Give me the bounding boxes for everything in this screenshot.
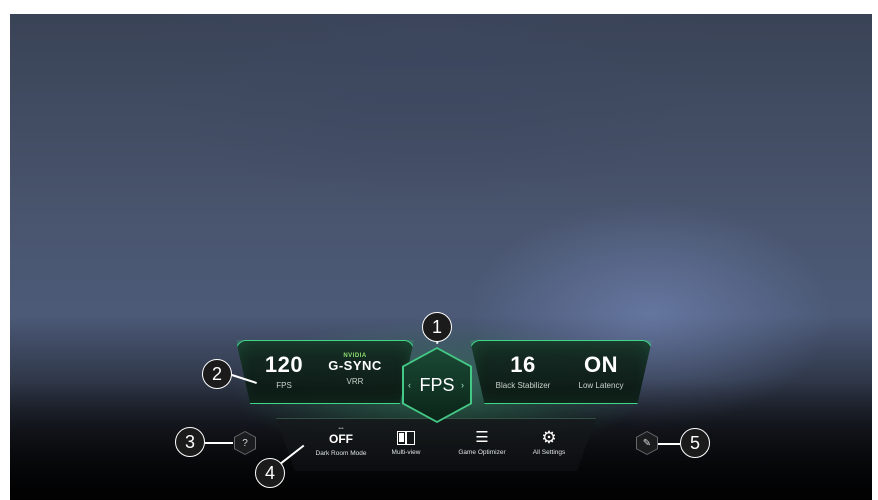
quick-settings-bar: ••• OFF Dark Room Mode Multi-view ☰ Game… <box>276 418 596 471</box>
low-latency-value: ON <box>584 352 618 377</box>
all-settings-item[interactable]: ⚙ All Settings <box>520 428 578 456</box>
callout-5: 5 <box>680 428 710 458</box>
dark-room-mode-value: OFF <box>329 432 353 446</box>
black-stabilizer-label: Black Stabilizer <box>495 381 551 390</box>
game-optimizer-label: Game Optimizer <box>458 449 506 456</box>
game-optimizer-item[interactable]: ☰ Game Optimizer <box>450 429 514 456</box>
fps-label: FPS <box>276 381 292 390</box>
low-latency-stat: ON Low Latency <box>571 352 631 391</box>
help-icon: ? <box>235 432 255 454</box>
right-stats-panel[interactable]: 16 Black Stabilizer ON Low Latency <box>470 340 652 404</box>
left-stats-panel[interactable]: 120 FPS NVIDIA G-SYNC VRR <box>236 340 414 404</box>
low-latency-label: Low Latency <box>578 381 624 390</box>
callout-1: 1 <box>422 312 452 342</box>
gear-icon: ⚙ <box>541 428 557 447</box>
callout-line-3 <box>205 442 233 444</box>
vrr-label: VRR <box>346 377 364 386</box>
dark-room-mode-item[interactable]: ••• OFF Dark Room Mode <box>306 426 376 457</box>
callout-4: 4 <box>255 458 285 488</box>
callout-line-5 <box>658 443 680 445</box>
fps-stat: 120 FPS <box>259 352 309 391</box>
multi-view-label: Multi-view <box>391 449 421 456</box>
black-stabilizer-value: 16 <box>510 352 536 377</box>
sliders-icon: ☰ <box>475 429 489 446</box>
multi-view-item[interactable]: Multi-view <box>378 431 434 456</box>
black-stabilizer-stat: 16 Black Stabilizer <box>493 352 553 391</box>
page-caption <box>0 0 878 14</box>
multiview-icon <box>397 431 415 445</box>
pencil-icon: ✎ <box>637 432 657 454</box>
vrr-stat: NVIDIA G-SYNC VRR <box>325 353 385 386</box>
fps-value: 120 <box>264 352 304 377</box>
dark-room-mode-label: Dark Room Mode <box>315 450 367 457</box>
callout-3: 3 <box>175 427 205 457</box>
chevron-left-icon[interactable]: ‹ <box>408 380 411 390</box>
callout-2: 2 <box>202 359 232 389</box>
chevron-right-icon[interactable]: › <box>461 380 464 390</box>
gsync-logo: G-SYNC <box>328 358 382 373</box>
all-settings-label: All Settings <box>532 449 566 456</box>
